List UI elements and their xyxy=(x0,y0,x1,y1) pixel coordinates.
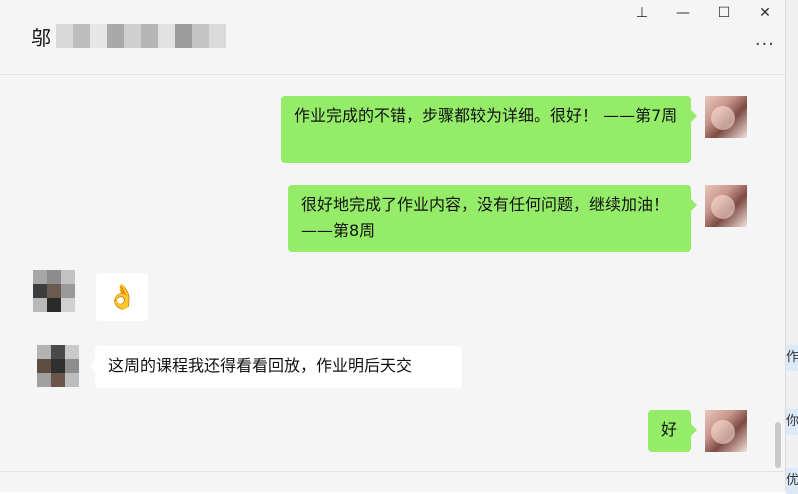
background-fragment: 作 xyxy=(786,345,798,371)
contact-avatar[interactable] xyxy=(37,345,79,387)
contact-name: 邬 xyxy=(31,26,51,50)
background-fragment: 你 xyxy=(786,409,798,435)
minimize-button[interactable]: — xyxy=(669,2,697,24)
my-avatar[interactable] xyxy=(705,185,747,227)
message-bubble-sent[interactable]: 很好地完成了作业内容，没有任何问题，继续加油！ ——第8周 xyxy=(288,185,697,252)
maximize-button[interactable]: ☐ xyxy=(710,2,738,24)
contact-avatar[interactable] xyxy=(33,270,75,312)
message-bubble-sent[interactable]: 好 xyxy=(648,410,697,452)
emoji-message[interactable]: 👌 xyxy=(96,273,148,321)
message-bubble-received[interactable]: 这周的课程我还得看看回放，作业明后天交 xyxy=(89,346,462,388)
background-window: 作 你 优 xyxy=(786,0,798,494)
pin-icon[interactable]: ⊥ xyxy=(628,2,656,24)
chat-window: 邬 ⊥ — ☐ ✕ ··· 作业完成的不错，步骤都较为详细。很好！ ——第7周 … xyxy=(0,0,786,492)
redacted-name-mosaic xyxy=(56,24,226,48)
my-avatar[interactable] xyxy=(705,410,747,452)
message-bubble-sent[interactable]: 作业完成的不错，步骤都较为详细。很好！ ——第7周 xyxy=(281,96,697,163)
close-button[interactable]: ✕ xyxy=(751,2,779,24)
more-options-icon[interactable]: ··· xyxy=(755,34,775,55)
message-list: 作业完成的不错，步骤都较为详细。很好！ ——第7周 很好地完成了作业内容，没有任… xyxy=(0,75,775,471)
my-avatar[interactable] xyxy=(705,96,747,138)
background-fragment: 优 xyxy=(786,468,798,494)
input-toolbar xyxy=(0,471,785,492)
title-bar: 邬 ⊥ — ☐ ✕ ··· xyxy=(0,0,785,75)
scrollbar-thumb[interactable] xyxy=(775,422,781,468)
